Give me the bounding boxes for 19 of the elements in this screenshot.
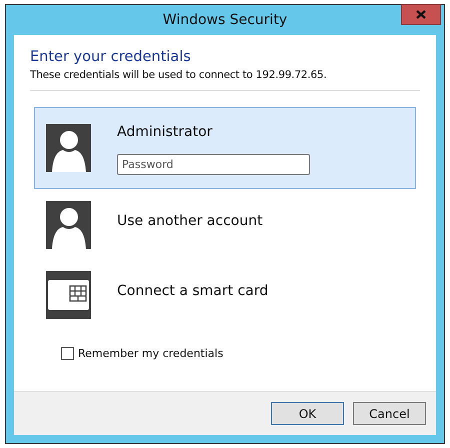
dialog-description: These credentials will be used to connect to 192.99.72.65. bbox=[30, 69, 328, 81]
close-icon bbox=[416, 10, 426, 19]
user-icon bbox=[46, 124, 91, 172]
account-name: Use another account bbox=[117, 213, 263, 229]
close-button[interactable] bbox=[401, 4, 441, 25]
checkbox-label: Remember my credentials bbox=[78, 347, 224, 360]
dialog-button[interactable]: OK bbox=[271, 402, 344, 425]
dialog-heading: Enter your credentials bbox=[30, 49, 192, 65]
password-field[interactable]: Password bbox=[117, 154, 310, 175]
user-icon bbox=[46, 201, 91, 249]
account-tile[interactable]: Use another account bbox=[34, 189, 416, 259]
dialog-button[interactable]: Cancel bbox=[353, 402, 426, 425]
remember-checkbox[interactable] bbox=[61, 347, 74, 360]
account-tile[interactable]: Connect a smart card bbox=[34, 259, 416, 329]
smart-card-icon bbox=[46, 271, 91, 319]
account-name: Administrator bbox=[117, 124, 214, 140]
window-title: Windows Security bbox=[162, 12, 288, 28]
account-tile[interactable]: Administrator Password bbox=[34, 107, 416, 189]
account-name: Connect a smart card bbox=[117, 283, 268, 299]
